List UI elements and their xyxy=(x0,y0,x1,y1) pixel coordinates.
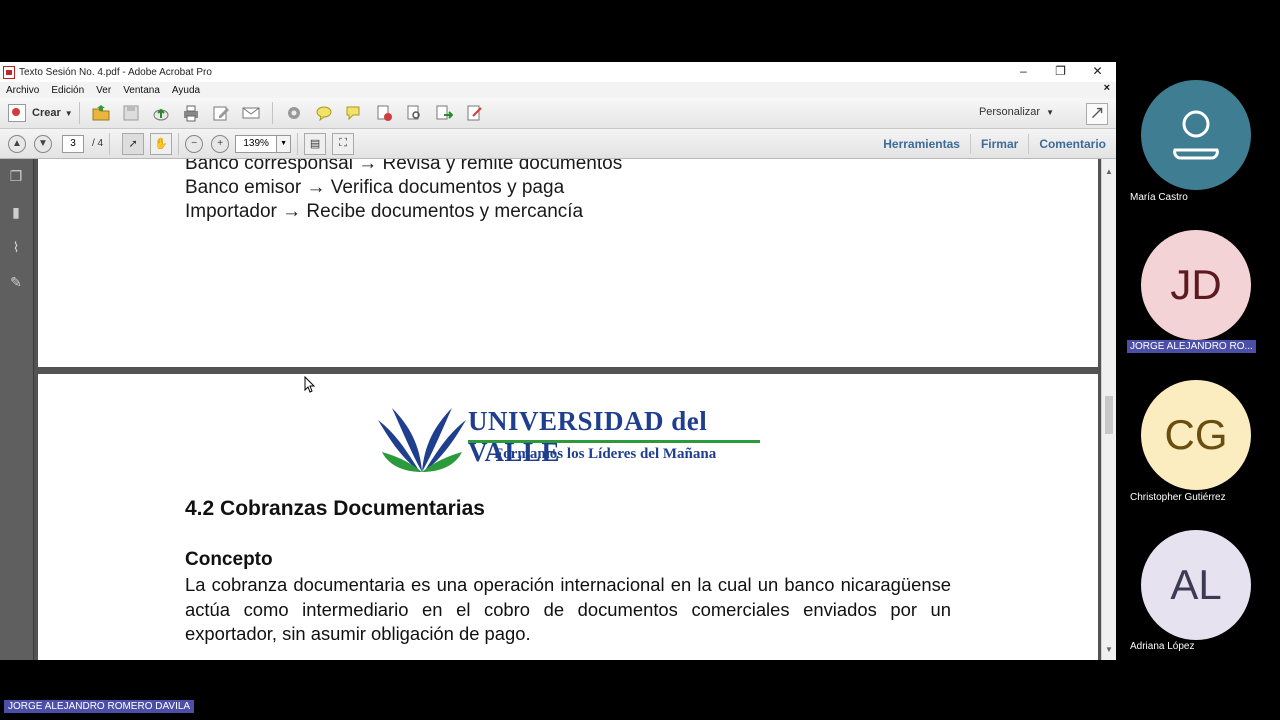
pdf-page: Banco corresponsal → Revisa y remite doc… xyxy=(38,159,1098,367)
create-label: Crear xyxy=(32,107,61,119)
menu-archivo[interactable]: Archivo xyxy=(0,85,45,96)
signature-icon[interactable]: ✎ xyxy=(8,273,24,291)
pages-icon[interactable]: ❐ xyxy=(8,167,24,185)
menu-edicion[interactable]: Edición xyxy=(45,85,90,96)
fit-page-icon[interactable]: ▤ xyxy=(304,132,327,155)
settings-icon[interactable] xyxy=(285,104,303,122)
expand-icon[interactable] xyxy=(1086,103,1108,125)
create-icon xyxy=(8,104,26,122)
document-area[interactable]: Banco corresponsal → Revisa y remite doc… xyxy=(34,159,1101,660)
customize-label: Personalizar xyxy=(978,106,1041,118)
print-icon[interactable] xyxy=(182,104,200,122)
chevron-down-icon: ▼ xyxy=(64,108,73,118)
delete-icon[interactable] xyxy=(375,104,393,122)
export-icon[interactable] xyxy=(435,104,453,122)
pdf-page: UNIVERSIDAD del VALLE Formamos los Líder… xyxy=(38,374,1098,660)
university-logo: UNIVERSIDAD del VALLE Formamos los Líder… xyxy=(372,396,764,476)
fullscreen-icon[interactable]: ⛶ xyxy=(332,132,355,155)
participant-name: Christopher Gutiérrez xyxy=(1130,492,1226,503)
upload-icon[interactable] xyxy=(152,104,170,122)
avatar: AL xyxy=(1141,530,1251,640)
title-bar: Texto Sesión No. 4.pdf - Adobe Acrobat P… xyxy=(0,62,1116,82)
attachment-icon[interactable]: ⌇ xyxy=(8,238,24,256)
scrollbar-thumb[interactable] xyxy=(1105,396,1113,434)
section-heading: 4.2 Cobranzas Documentarias xyxy=(185,497,485,520)
customize-dropdown[interactable]: Personalizar ▼ xyxy=(979,106,1054,118)
tab-comentario[interactable]: Comentario xyxy=(1028,134,1116,154)
participant-name: JORGE ALEJANDRO RO... xyxy=(1127,340,1256,353)
avatar: JD xyxy=(1141,230,1251,340)
participant-tile[interactable]: CG Christopher Gutiérrez xyxy=(1130,380,1270,510)
avatar: CG xyxy=(1141,380,1251,490)
page-total: / 4 xyxy=(92,138,104,149)
close-button[interactable]: ✕ xyxy=(1079,62,1116,82)
page-text-line: Importador → Recibe documentos y mercanc… xyxy=(185,201,584,222)
bookmarks-icon[interactable]: ▮ xyxy=(8,203,24,221)
menu-bar: Archivo Edición Ver Ventana Ayuda × xyxy=(0,82,1116,98)
zoom-dropdown-icon[interactable]: ▼ xyxy=(277,134,292,153)
page-number-input[interactable]: 3 xyxy=(62,134,84,153)
participant-name: María Castro xyxy=(1130,192,1188,203)
next-page-icon[interactable]: ▼ xyxy=(34,134,52,153)
pdf-icon xyxy=(3,65,15,79)
select-tool-icon[interactable]: ➚ xyxy=(122,132,145,155)
main-toolbar: Crear ▼ Personalizar ▼ xyxy=(0,98,1116,129)
zoom-in-icon[interactable]: + xyxy=(211,134,230,153)
restore-button[interactable]: ❐ xyxy=(1042,62,1079,82)
logo-slogan: Formamos los Líderes del Mañana xyxy=(494,446,717,462)
chevron-down-icon: ▼ xyxy=(1046,108,1054,117)
body-paragraph: La cobranza documentaria es una operació… xyxy=(185,574,951,644)
avatar xyxy=(1141,80,1251,190)
stamp-icon[interactable] xyxy=(345,104,363,122)
close-document-button[interactable]: × xyxy=(1104,82,1110,94)
search-icon[interactable] xyxy=(405,104,423,122)
navigation-pane: ❐ ▮ ⌇ ✎ xyxy=(0,159,34,660)
user-icon xyxy=(1141,80,1251,190)
navigation-toolbar: ▲ ▼ 3 / 4 ➚ ✋ − + 139% ▼ ▤ ⛶ Herramienta… xyxy=(0,129,1116,159)
tab-herramientas[interactable]: Herramientas xyxy=(873,134,970,154)
edit-icon[interactable] xyxy=(212,104,230,122)
acrobat-window: Texto Sesión No. 4.pdf - Adobe Acrobat P… xyxy=(0,62,1116,660)
page-text-line: Banco corresponsal → Revisa y remite doc… xyxy=(185,159,623,174)
tab-firmar[interactable]: Firmar xyxy=(969,134,1028,154)
minimize-button[interactable]: – xyxy=(1005,62,1042,82)
open-icon[interactable] xyxy=(92,104,110,122)
save-icon[interactable] xyxy=(122,104,140,122)
comment-icon[interactable] xyxy=(315,104,333,122)
participant-tile[interactable]: JD JORGE ALEJANDRO RO... xyxy=(1127,230,1270,360)
participant-tile[interactable]: AL Adriana López xyxy=(1130,530,1270,660)
zoom-out-icon[interactable]: − xyxy=(185,134,204,153)
scroll-down-icon[interactable]: ▼ xyxy=(1105,645,1113,654)
zoom-input[interactable]: 139% xyxy=(235,134,278,153)
vertical-scrollbar[interactable]: ▲ ▼ xyxy=(1101,159,1116,660)
create-button[interactable]: Crear ▼ xyxy=(8,104,73,122)
form-icon[interactable] xyxy=(465,104,483,122)
screen: Texto Sesión No. 4.pdf - Adobe Acrobat P… xyxy=(0,0,1280,720)
scroll-up-icon[interactable]: ▲ xyxy=(1105,167,1113,176)
participant-tile[interactable]: María Castro xyxy=(1130,80,1270,210)
hand-tool-icon[interactable]: ✋ xyxy=(150,132,173,155)
menu-ventana[interactable]: Ventana xyxy=(117,85,166,96)
mouse-cursor-icon xyxy=(304,376,316,393)
page-text-line: Banco emisor → Verifica documentos y pag… xyxy=(185,177,565,198)
menu-ver[interactable]: Ver xyxy=(90,85,117,96)
previous-page-icon[interactable]: ▲ xyxy=(8,134,26,153)
logo-rule xyxy=(468,440,760,443)
window-title: Texto Sesión No. 4.pdf - Adobe Acrobat P… xyxy=(19,66,212,78)
menu-ayuda[interactable]: Ayuda xyxy=(166,85,206,96)
participant-name: Adriana López xyxy=(1130,641,1195,652)
logo-emblem-icon xyxy=(378,408,466,472)
presenter-name-label: JORGE ALEJANDRO ROMERO DAVILA xyxy=(4,700,195,713)
email-icon[interactable] xyxy=(242,104,260,122)
subheading: Concepto xyxy=(185,549,273,570)
